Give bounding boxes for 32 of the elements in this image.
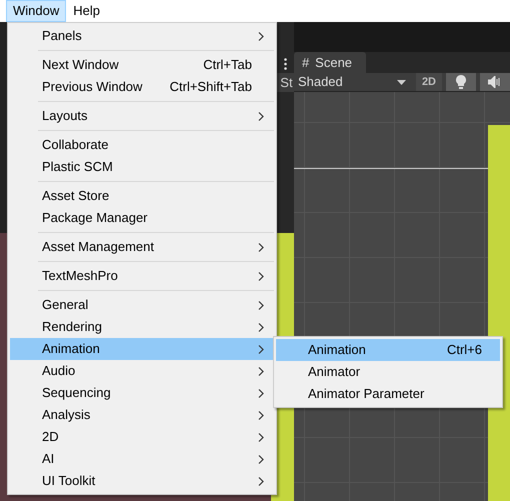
menu-item[interactable]: Asset Management bbox=[10, 236, 274, 258]
menu-item[interactable]: Layouts bbox=[10, 105, 274, 127]
menu-item[interactable]: UI Toolkit bbox=[10, 470, 274, 492]
menu-item[interactable]: TextMeshPro bbox=[10, 265, 274, 287]
menu-item[interactable]: Animation bbox=[10, 338, 274, 360]
menu-item[interactable]: Rendering bbox=[10, 316, 274, 338]
menu-item[interactable]: General bbox=[10, 294, 274, 316]
menu-item[interactable]: Animator Parameter bbox=[276, 383, 500, 405]
menu-item[interactable]: 2D bbox=[10, 426, 274, 448]
menu-item[interactable]: Sequencing bbox=[10, 382, 274, 404]
menu-item[interactable]: Panels bbox=[10, 25, 274, 47]
menu-item[interactable]: AI bbox=[10, 448, 274, 470]
menu-item[interactable]: Previous Window Ctrl+Shift+Tab bbox=[10, 76, 274, 98]
2d-toggle[interactable]: 2D bbox=[416, 73, 442, 91]
light-toggle[interactable] bbox=[446, 73, 476, 91]
caret-icon bbox=[396, 80, 406, 84]
menu-bar-item[interactable]: Window bbox=[6, 0, 66, 22]
bulb-icon bbox=[456, 75, 466, 89]
menu-item[interactable]: Asset Store bbox=[10, 185, 274, 207]
menu-item[interactable]: Animation Ctrl+6 bbox=[276, 339, 500, 361]
menu-item[interactable]: Analysis bbox=[10, 404, 274, 426]
menu-item[interactable]: Next Window Ctrl+Tab bbox=[10, 54, 274, 76]
scene-tab[interactable]: # Scene bbox=[294, 52, 366, 73]
audio-toggle[interactable] bbox=[480, 73, 510, 91]
menu-item[interactable]: Audio bbox=[10, 360, 274, 382]
speaker-icon bbox=[488, 76, 502, 88]
menu-bar-item[interactable]: Help bbox=[66, 0, 107, 22]
menu-item[interactable]: Animator bbox=[276, 361, 500, 383]
menu-item[interactable]: Package Manager bbox=[10, 207, 274, 229]
menu-item[interactable]: Plastic SCM bbox=[10, 156, 274, 178]
toolbar-tab[interactable]: St bbox=[277, 73, 294, 92]
menu-item[interactable]: Collaborate bbox=[10, 134, 274, 156]
